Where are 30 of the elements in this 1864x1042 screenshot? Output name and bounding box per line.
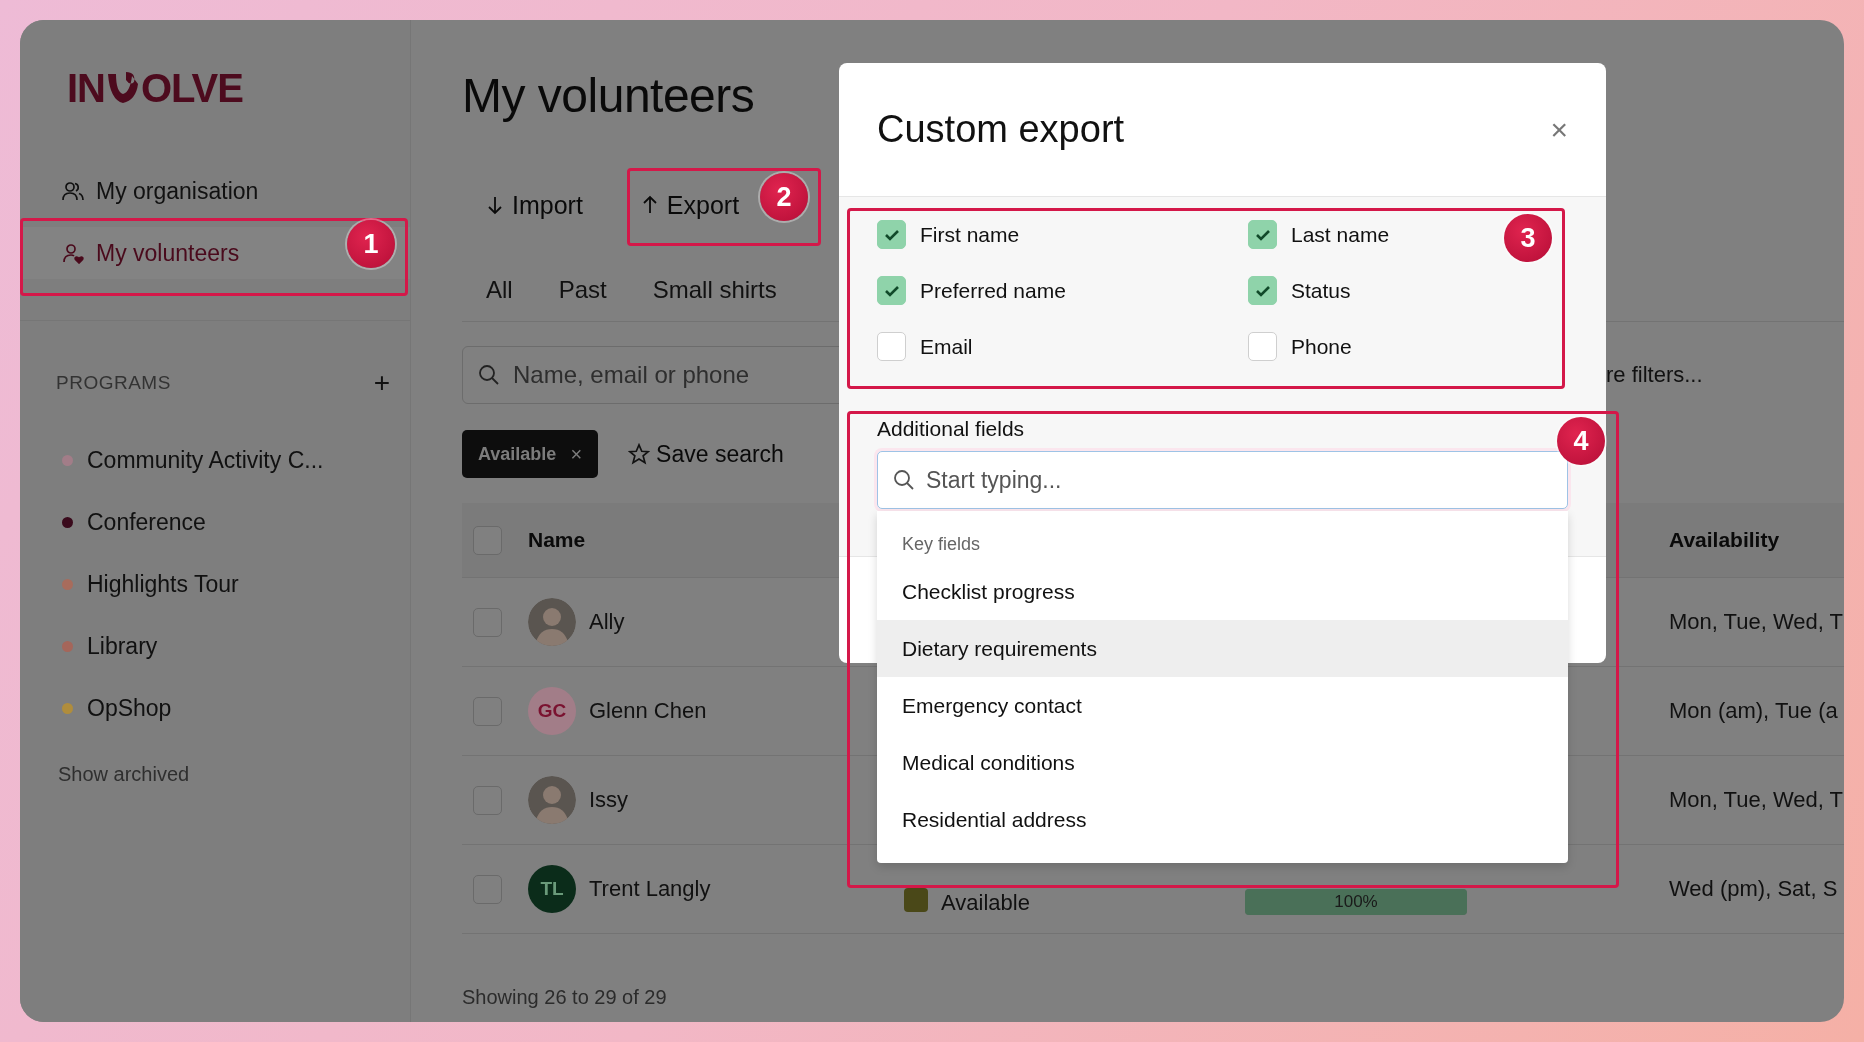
group-heading: Key fields (901, 532, 982, 556)
table-cell: Trent Langly (589, 876, 711, 902)
column-header: Availability (1669, 528, 1781, 552)
checkbox-label: Status (1291, 278, 1351, 303)
page-title: My volunteers (462, 68, 756, 123)
checkbox-label: Phone (1291, 334, 1352, 359)
progress-label: 100% (1334, 892, 1378, 912)
section-heading: PROGRAMS (56, 372, 171, 394)
table-cell: Issy (589, 787, 629, 813)
checkbox-label: First name (920, 222, 1020, 247)
logo-text: OLVE (141, 65, 243, 111)
table-cell-text: Mon (am), Tue (a (1669, 698, 1839, 724)
step-badge: 2 (760, 173, 808, 221)
table-cell: Mon, Tue, Wed, T (1669, 609, 1844, 635)
avatar: TL (528, 865, 576, 913)
table-cell: Mon, Tue, Wed, T (1669, 787, 1844, 813)
checkbox-label: Email (920, 334, 973, 359)
table-cell: Ally (589, 609, 625, 635)
dialog-title: Custom export (877, 108, 1125, 151)
logo-text: IN (67, 65, 105, 111)
chip-label: Available (478, 443, 557, 465)
field-label: Additional fields (877, 417, 1026, 441)
avatar: GC (528, 687, 576, 735)
checkbox-label: Preferred name (920, 278, 1066, 303)
status-label: Available (941, 890, 1030, 916)
table-cell-text: Wed (pm), Sat, S (1669, 876, 1839, 902)
column-header: Name (528, 528, 587, 552)
checkbox-label: Last name (1291, 222, 1390, 247)
pagination-text: Showing 26 to 29 of 29 (462, 986, 668, 1009)
table-cell: Glenn Chen (589, 698, 707, 724)
